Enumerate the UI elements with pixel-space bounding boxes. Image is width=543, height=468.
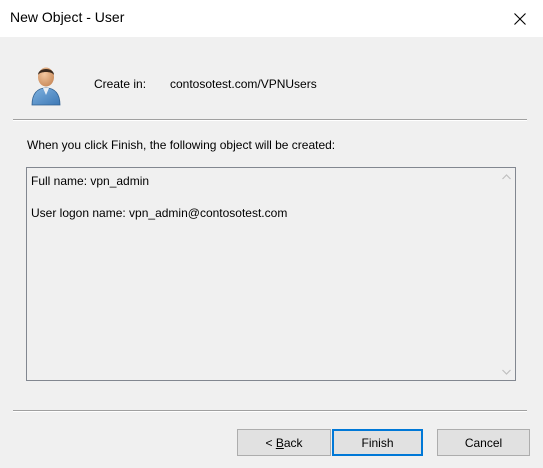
close-icon: [514, 12, 526, 25]
finish-button-label: Finish: [361, 435, 394, 450]
instruction-text: When you click Finish, the following obj…: [27, 138, 336, 152]
chevron-up-icon: [502, 173, 511, 179]
title-bar: New Object - User: [0, 0, 543, 37]
header-divider: [13, 119, 527, 121]
back-button[interactable]: < Back: [237, 429, 331, 456]
back-button-label: < Back: [265, 435, 303, 450]
window-title: New Object - User: [10, 9, 125, 25]
footer-divider: [13, 410, 527, 412]
create-in-label: Create in:: [94, 77, 147, 91]
close-button[interactable]: [497, 0, 543, 37]
chevron-down-icon: [502, 369, 511, 375]
summary-textbox[interactable]: Full name: vpn_admin User logon name: vp…: [26, 167, 516, 381]
scroll-down-button[interactable]: [498, 363, 515, 380]
vertical-scrollbar[interactable]: [498, 168, 515, 380]
cancel-button-label: Cancel: [464, 435, 503, 450]
finish-button[interactable]: Finish: [332, 429, 423, 456]
user-icon: [31, 67, 61, 106]
logon-name-summary: User logon name: vpn_admin@contosotest.c…: [31, 206, 288, 220]
full-name-summary: Full name: vpn_admin: [31, 174, 150, 188]
scroll-up-button[interactable]: [498, 168, 515, 185]
create-in-path: contosotest.com/VPNUsers: [170, 77, 317, 91]
cancel-button[interactable]: Cancel: [437, 429, 530, 456]
